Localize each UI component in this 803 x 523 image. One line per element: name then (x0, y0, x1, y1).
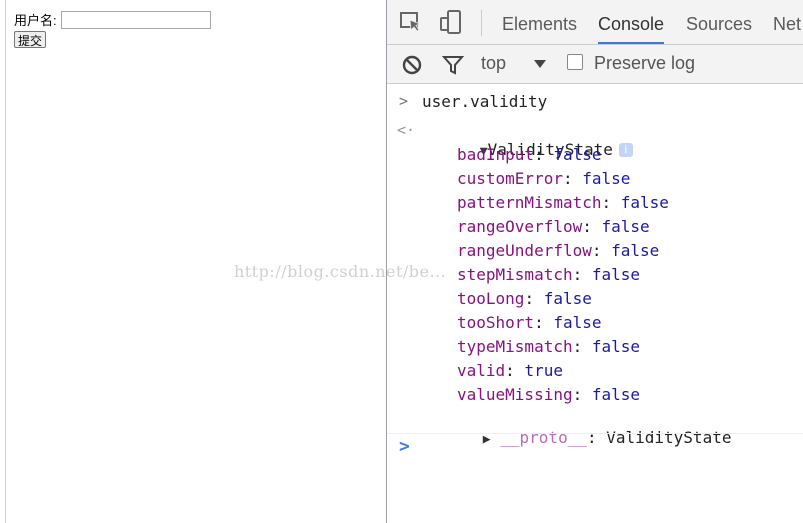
property-row: rangeOverflow: false (457, 217, 650, 236)
username-label: 用户名: (14, 13, 57, 28)
property-row: tooLong: false (457, 289, 592, 308)
property-value: false (620, 193, 669, 212)
property-row: badInput: false (457, 145, 602, 164)
property-key: tooLong (457, 289, 525, 308)
property-value: false (611, 241, 660, 260)
property-key: badInput (457, 145, 535, 164)
tab-console[interactable]: Console (598, 0, 665, 44)
property-value: false (582, 169, 631, 188)
context-selector[interactable]: top (481, 53, 506, 74)
property-row: rangeUnderflow: false (457, 241, 660, 260)
console-output: > user.validity <· ▼ValidityState i badIn… (387, 84, 803, 523)
devtools-panel: Elements Console Sources Net top Preserv… (387, 0, 803, 523)
tabbar-separator (481, 10, 482, 36)
tab-network[interactable]: Net (773, 0, 801, 44)
console-prompt-icon[interactable]: > (399, 436, 410, 457)
property-row: typeMismatch: false (457, 337, 641, 356)
property-row: patternMismatch: false (457, 193, 669, 212)
property-row: valueMissing: false (457, 385, 641, 404)
property-key: patternMismatch (457, 193, 602, 212)
preserve-log-checkbox[interactable] (567, 54, 583, 70)
clear-console-icon[interactable] (401, 54, 423, 76)
property-key: tooShort (457, 313, 535, 332)
property-row: valid: true (457, 361, 563, 380)
property-value: false (591, 385, 641, 404)
collapse-triangle-icon[interactable]: ▶ (483, 432, 491, 447)
property-row: stepMismatch: false (457, 265, 641, 284)
property-value: true (524, 361, 563, 380)
property-key: rangeOverflow (457, 217, 583, 236)
property-value: false (591, 337, 641, 356)
input-chevron-icon: > (399, 92, 409, 110)
username-input[interactable] (60, 10, 211, 29)
proto-value: ValidityState (606, 428, 732, 447)
property-value: false (553, 145, 602, 164)
property-value: false (543, 289, 592, 308)
property-value: false (601, 217, 650, 236)
property-key: valueMissing (457, 385, 573, 404)
console-prompt-separator (387, 433, 803, 434)
property-key: customError (457, 169, 563, 188)
property-row: customError: false (457, 169, 631, 188)
console-toolbar: top Preserve log (387, 45, 803, 84)
property-key: typeMismatch (457, 337, 573, 356)
property-key: stepMismatch (457, 265, 573, 284)
property-key: rangeUnderflow (457, 241, 592, 260)
proto-key: __proto__ (500, 428, 587, 447)
property-value: false (591, 265, 641, 284)
console-input-line: user.validity (422, 92, 548, 111)
devtools-tabbar: Elements Console Sources Net (387, 0, 803, 45)
web-page: 用户名: 提交 (6, 0, 386, 523)
info-icon[interactable]: i (618, 143, 633, 157)
username-row: 用户名: (14, 10, 211, 29)
tab-sources[interactable]: Sources (686, 0, 752, 44)
property-key: valid (457, 361, 506, 380)
property-value: false (553, 313, 602, 332)
preserve-log-label: Preserve log (594, 53, 696, 73)
result-arrow-icon: <· (397, 121, 416, 139)
chevron-down-icon[interactable] (533, 57, 547, 71)
property-row: tooShort: false (457, 313, 602, 332)
proto-row[interactable]: ▶ __proto__: ValidityState (441, 409, 732, 466)
device-toolbar-icon[interactable] (439, 10, 463, 34)
inspect-element-icon[interactable] (399, 10, 423, 34)
filter-icon[interactable] (442, 54, 464, 76)
submit-button[interactable]: 提交 (14, 31, 47, 48)
tab-elements[interactable]: Elements (502, 0, 577, 44)
